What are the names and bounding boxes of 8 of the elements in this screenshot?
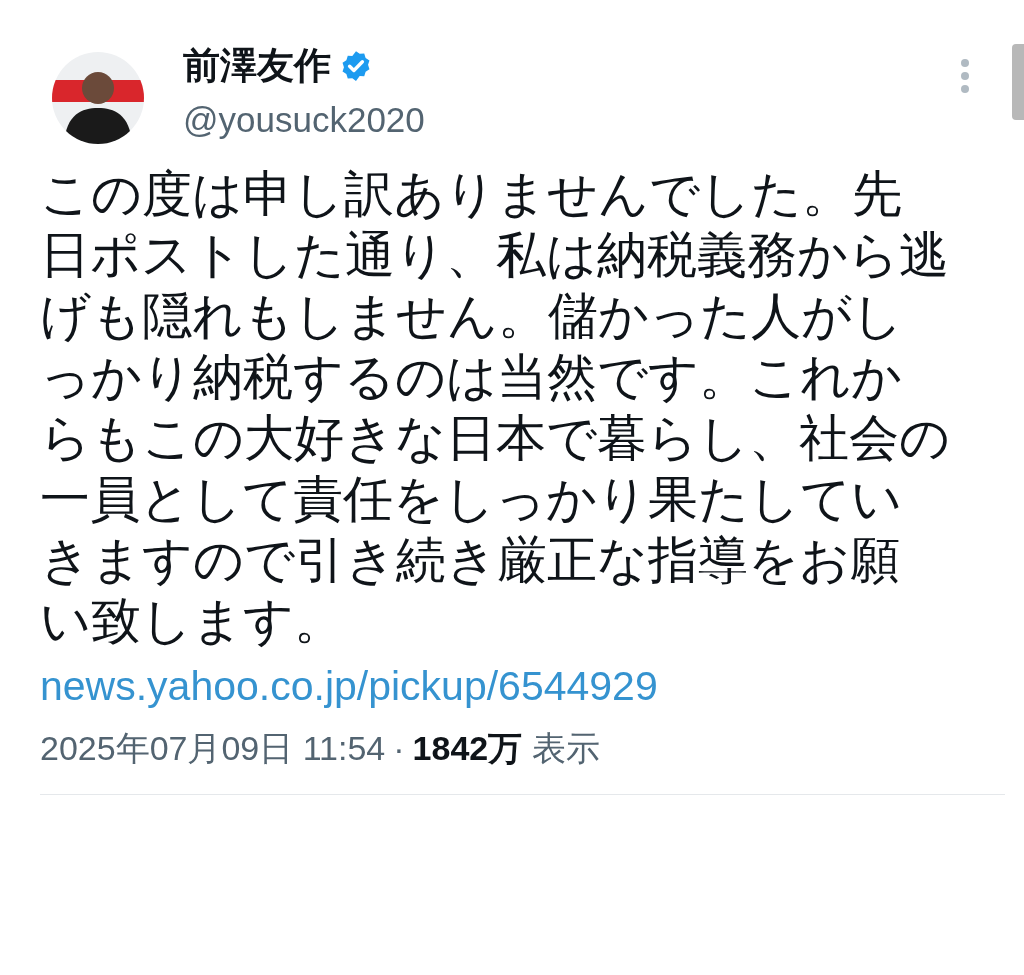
author-name[interactable]: 前澤友作 — [183, 42, 331, 90]
separator-dot: · — [393, 728, 405, 769]
views-label: 表示 — [532, 728, 601, 769]
view-count: 1842万 — [412, 728, 523, 769]
post-link[interactable]: news.yahoo.co.jp/pickup/6544929 — [40, 658, 658, 714]
post-timestamp[interactable]: 2025年07月09日 11:54 — [40, 724, 386, 772]
author-handle[interactable]: @yousuck2020 — [183, 96, 425, 144]
post-text: この度は申し訳ありませんでした。先日ポストした通り、私は納税義務から逃げも隠れもしません。儲かった人がしっかり納税するのは当然です。これからもこの大好きな日本で暮らし、社会の一員として責任をしっかり果たしていきますので引き続き厳正な指導をお願い致します。 — [40, 165, 950, 651]
